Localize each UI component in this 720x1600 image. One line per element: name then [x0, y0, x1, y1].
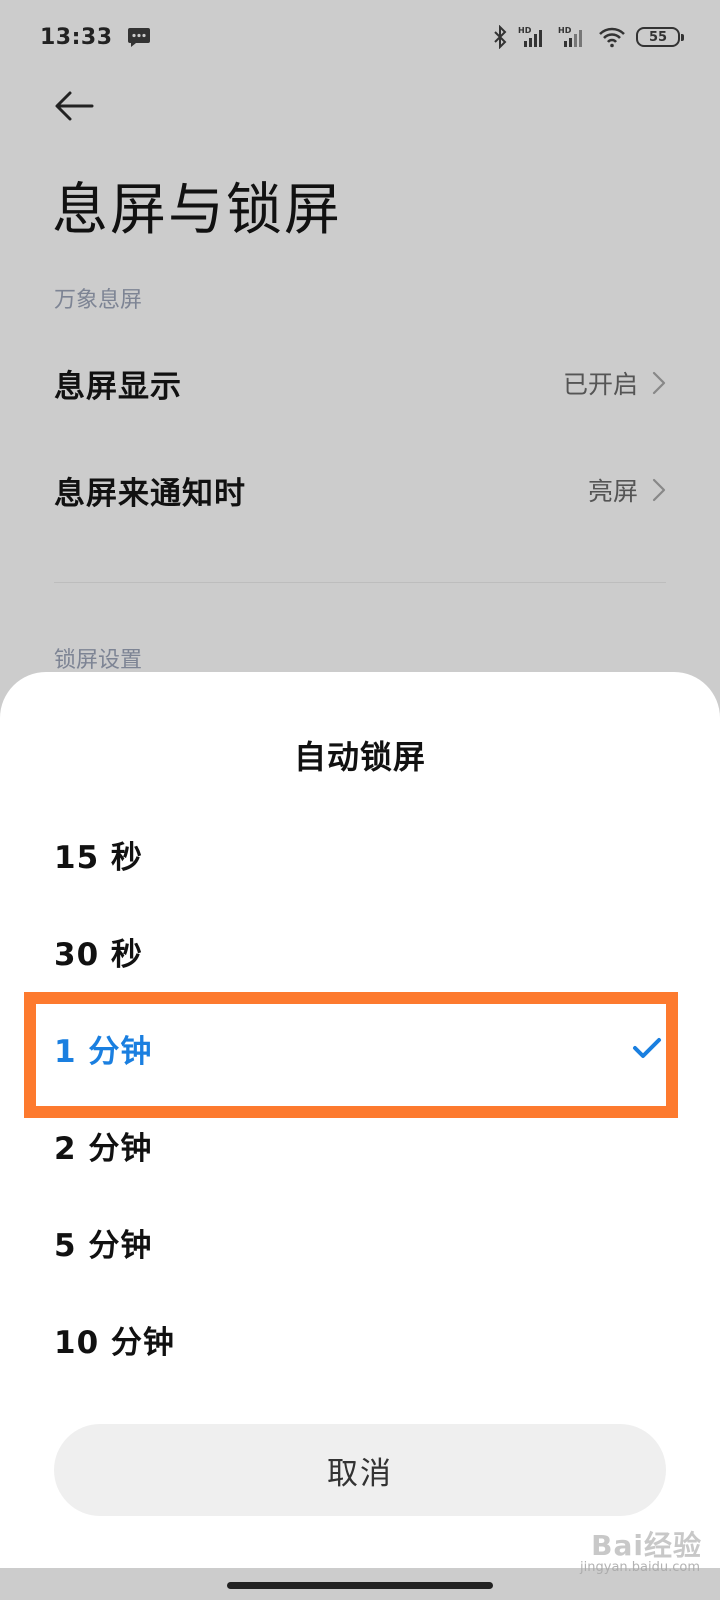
- option-label: 2 分钟: [54, 1130, 153, 1167]
- option-label: 10 分钟: [54, 1324, 175, 1361]
- svg-text:HD: HD: [558, 26, 572, 35]
- option-15s[interactable]: 15 秒: [54, 812, 666, 896]
- home-indicator[interactable]: [227, 1582, 493, 1589]
- bluetooth-icon: [494, 25, 507, 49]
- divider: [54, 582, 666, 583]
- checkmark-icon: [633, 1038, 661, 1058]
- option-label: 30 秒: [54, 936, 143, 973]
- option-label: 15 秒: [54, 839, 143, 876]
- status-bar: 13:33 HD HD 55: [0, 0, 720, 74]
- option-5min[interactable]: 5 分钟: [54, 1200, 666, 1284]
- option-label: 5 分钟: [54, 1227, 153, 1264]
- option-30s[interactable]: 30 秒: [54, 909, 666, 993]
- hd-signal-icon: HD: [518, 26, 542, 47]
- chevron-right-icon: [652, 371, 666, 395]
- setting-value: 已开启: [562, 370, 638, 399]
- sheet-title: 自动锁屏: [293, 738, 426, 776]
- svg-text:HD: HD: [518, 26, 532, 35]
- setting-value: 亮屏: [587, 477, 638, 506]
- status-time: 13:33: [40, 24, 113, 50]
- setting-aod-display[interactable]: 息屏显示 已开启: [54, 348, 666, 418]
- page-title: 息屏与锁屏: [52, 178, 342, 243]
- option-10min[interactable]: 10 分钟: [54, 1297, 666, 1381]
- setting-name: 息屏来通知时: [54, 475, 246, 512]
- section-label-lockscreen: 锁屏设置: [54, 648, 143, 673]
- setting-name: 息屏显示: [54, 368, 182, 405]
- message-icon: [127, 28, 150, 47]
- option-1min[interactable]: 1 分钟: [54, 1006, 666, 1090]
- setting-aod-notification[interactable]: 息屏来通知时 亮屏: [54, 455, 666, 525]
- battery-icon: 55: [636, 27, 684, 47]
- status-icons: HD HD 55: [492, 25, 684, 49]
- chevron-right-icon: [652, 478, 666, 502]
- arrow-left-icon[interactable]: [52, 88, 96, 124]
- hd-signal-icon: HD: [558, 26, 582, 47]
- auto-lock-sheet: 自动锁屏 15 秒 30 秒 1 分钟 2 分钟 5 分钟 10 分钟 取消: [0, 672, 720, 1568]
- section-label-aod: 万象息屏: [54, 288, 143, 313]
- wifi-icon: [599, 27, 625, 48]
- option-label: 1 分钟: [54, 1033, 153, 1070]
- option-2min[interactable]: 2 分钟: [54, 1103, 666, 1187]
- cancel-button[interactable]: 取消: [54, 1424, 666, 1516]
- nav-bar: [0, 1568, 720, 1600]
